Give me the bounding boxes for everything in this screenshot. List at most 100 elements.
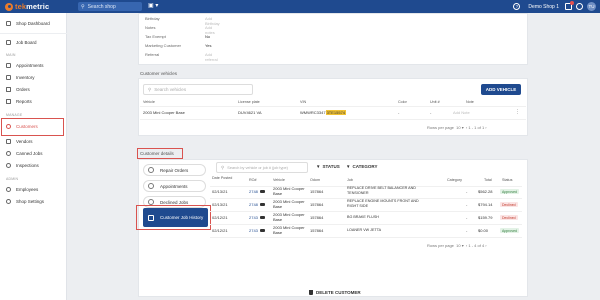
canned-jobs-icon (6, 151, 11, 156)
job-history-pagination: Rows per page 10 ▾ ‹ 1 - 4 of 4 › (427, 243, 487, 248)
job-category: - (466, 228, 468, 233)
vehicle-unit: - (430, 110, 432, 115)
col-total[interactable]: Total (484, 178, 492, 182)
sidebar-item-shop-dashboard[interactable]: Shop Dashboard (0, 19, 67, 28)
col-unit[interactable]: Unit # (430, 100, 440, 104)
marketing-value[interactable]: Yes (205, 43, 212, 48)
vehicle-search-input[interactable]: ⚲ Search vehicles (143, 84, 253, 95)
col-odom[interactable]: Odom (310, 178, 320, 182)
col-status[interactable]: Status (502, 178, 512, 182)
orders-icon (6, 87, 11, 92)
job-name: BG BRAKE FLUSH (347, 215, 379, 219)
sidebar-item-shop-settings[interactable]: Shop Settings (0, 197, 67, 206)
logo-mark-icon (5, 2, 13, 11)
col-note[interactable]: Note (466, 100, 474, 104)
divider (210, 237, 522, 238)
inventory-icon (6, 75, 11, 80)
col-license-plate[interactable]: License plate (238, 100, 260, 104)
status-badge: Declined (500, 202, 518, 207)
col-vin[interactable]: VIN (300, 100, 306, 104)
job-date: 02/12/21 (212, 215, 228, 220)
col-ro[interactable]: RO# (249, 178, 257, 182)
divider (140, 119, 526, 120)
sidebar-item-canned-jobs[interactable]: Canned Jobs (0, 149, 67, 158)
car-icon (259, 216, 265, 220)
add-vehicle-button[interactable]: ADD VEHICLE (481, 84, 521, 95)
job-history-search-input[interactable]: ⚲ Search by vehicle or job # (job type) (216, 162, 308, 173)
delete-customer-button[interactable]: DELETE CUSTOMER (309, 290, 361, 295)
info-row-marketing: Marketing Customer Yes (145, 43, 212, 48)
ro-link[interactable]: 2743 (249, 228, 265, 233)
info-row-notes: Notes Add notes (145, 25, 215, 35)
vehicle-vin: WMWRC33473TE15574 (300, 110, 347, 115)
col-vehicle[interactable]: Vehicle (143, 100, 155, 104)
sidebar-item-vendors[interactable]: Vendors (0, 137, 67, 146)
avatar[interactable]: TU (587, 2, 596, 11)
car-dropdown-button[interactable]: ▣ ▾ (148, 2, 158, 9)
filter-icon: ▼ (316, 164, 321, 169)
more-options-icon[interactable]: ⋮ (515, 109, 520, 115)
ro-link[interactable]: 2743 (249, 215, 265, 220)
inspections-icon (6, 163, 11, 168)
tax-exempt-value[interactable]: No (205, 34, 210, 39)
job-odom: 157864 (310, 228, 324, 233)
vehicle-color: - (398, 110, 400, 115)
job-total: $562.28 (478, 189, 493, 194)
top-bar: tek metric ⚲ Search shop ▣ ▾ ? Demo Shop … (0, 0, 600, 13)
col-date-posted[interactable]: Date Posted (212, 176, 234, 181)
employees-icon (6, 187, 11, 192)
rows-per-page-select[interactable]: 10 (456, 125, 460, 130)
help-icon[interactable]: ? (513, 3, 521, 10)
job-odom: 157864 (310, 215, 324, 220)
trash-icon (309, 290, 313, 295)
status-badge: Approved (500, 189, 519, 194)
vehicles-section-title: Customer vehicles (140, 71, 178, 76)
job-total: $0.00 (478, 228, 489, 233)
job-vehicle: 2003 Mini Cooper Base (273, 212, 305, 222)
divider (0, 33, 67, 34)
col-category[interactable]: Category (447, 178, 462, 182)
sidebar-item-employees[interactable]: Employees (0, 185, 67, 194)
dashboard-icon (6, 21, 11, 26)
status-badge: Approved (500, 228, 519, 233)
sidebar-item-inventory[interactable]: Inventory (0, 73, 67, 82)
col-color[interactable]: Color (398, 100, 407, 104)
sidebar-item-job-board[interactable]: Job Board (0, 38, 67, 47)
settings-icon (6, 199, 11, 204)
job-total: $159.79 (478, 215, 493, 220)
vehicle-note[interactable]: Add Note (453, 110, 470, 115)
job-vehicle: 2003 Mini Cooper Base (273, 186, 305, 196)
repair-orders-icon (148, 167, 154, 173)
sidebar-item-orders[interactable]: Orders (0, 85, 67, 94)
vehicle-plate: DUV4621 VA (238, 110, 262, 115)
col-vehicle[interactable]: Vehicle (273, 178, 285, 182)
customer-info-panel (138, 13, 528, 65)
section-manage: MANAGE (6, 113, 23, 117)
tab-repair-orders[interactable]: Repair Orders (143, 164, 206, 176)
calendar-icon (148, 183, 154, 189)
rows-per-page-select[interactable]: 10 (456, 243, 460, 248)
status-filter-button[interactable]: ▼ STATUS (316, 164, 340, 169)
search-icon: ⚲ (148, 86, 152, 92)
logo[interactable]: tek metric (5, 2, 49, 11)
section-admin: ADMIN (6, 177, 19, 181)
ro-link[interactable]: 2748 (249, 189, 265, 194)
col-job[interactable]: Job (347, 178, 353, 182)
sidebar-item-reports[interactable]: Reports (0, 97, 67, 106)
job-odom: 157864 (310, 202, 324, 207)
category-filter-button[interactable]: ▼ CATEGORY (346, 164, 377, 169)
tab-appointments[interactable]: Appointments (143, 180, 206, 192)
vehicle-name[interactable]: 2003 Mini Cooper Base (143, 110, 185, 115)
job-odom: 157864 (310, 189, 324, 194)
clock-icon[interactable] (576, 3, 583, 10)
job-date: 02/12/21 (212, 228, 228, 233)
shop-selector[interactable]: Demo Shop 1 (528, 4, 559, 10)
inbox-icon[interactable] (565, 1, 574, 10)
sidebar-item-appointments[interactable]: Appointments (0, 61, 67, 70)
referral-value[interactable]: Add referral (205, 52, 218, 62)
sidebar-item-inspections[interactable]: Inspections (0, 161, 67, 170)
car-icon (259, 203, 265, 207)
global-search-input[interactable]: ⚲ Search shop (78, 2, 142, 11)
ro-link[interactable]: 2748 (249, 202, 265, 207)
job-category: - (466, 202, 468, 207)
